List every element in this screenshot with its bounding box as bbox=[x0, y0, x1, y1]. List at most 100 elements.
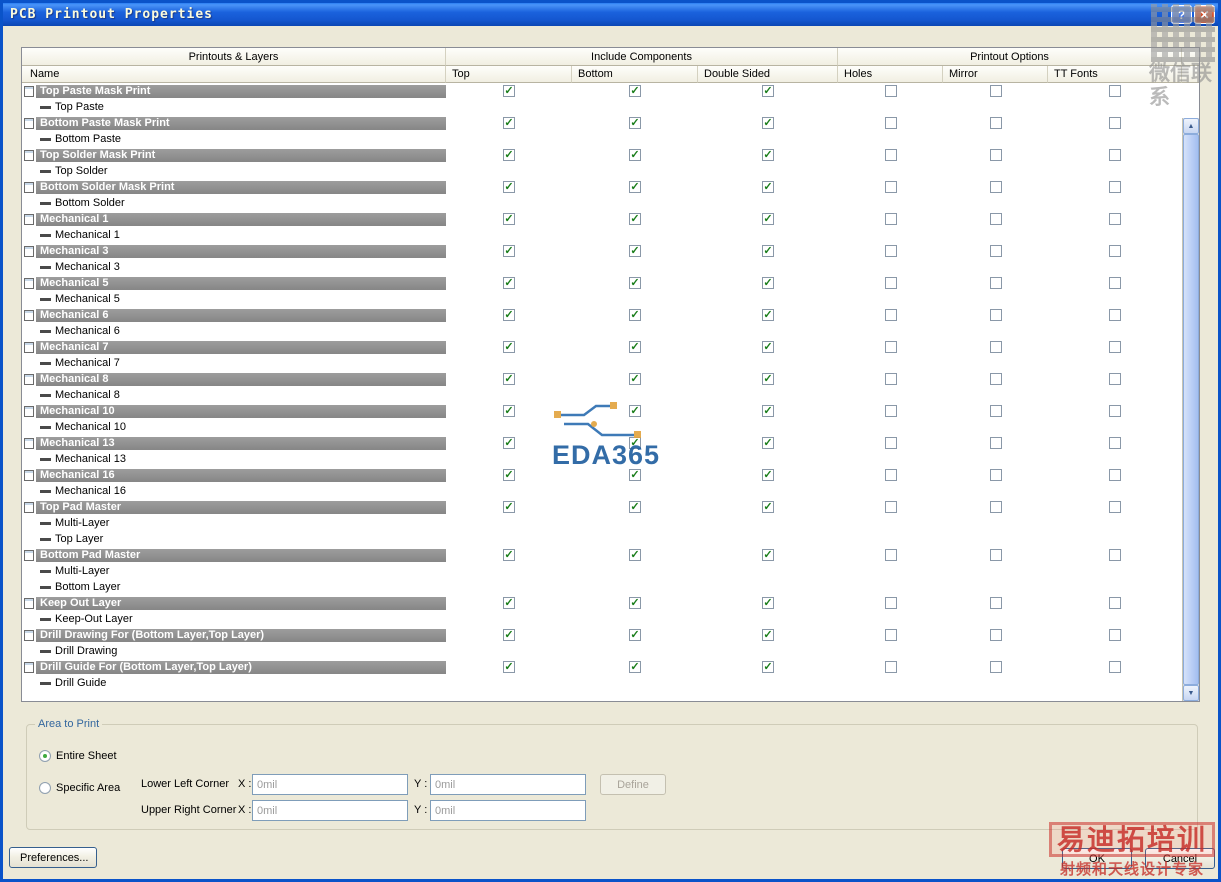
top-checkbox[interactable]: ✓ bbox=[503, 501, 515, 513]
mirror-checkbox[interactable] bbox=[989, 469, 1002, 481]
tt-fonts-checkbox[interactable] bbox=[1109, 309, 1121, 321]
bottom-checkbox[interactable]: ✓ bbox=[629, 245, 641, 257]
printout-name-bar[interactable]: Mechanical 7 bbox=[36, 340, 446, 354]
col-header-double-sided[interactable]: Double Sided bbox=[698, 66, 838, 83]
layer-row[interactable]: Mechanical 1 bbox=[22, 227, 1182, 243]
tt-fonts-checkbox[interactable] bbox=[1109, 661, 1121, 673]
layer-row[interactable]: Bottom Paste bbox=[22, 131, 1182, 147]
holes-checkbox[interactable] bbox=[884, 85, 897, 97]
layer-row[interactable]: Bottom Solder bbox=[22, 195, 1182, 211]
layer-row[interactable]: Mechanical 10 bbox=[22, 419, 1182, 435]
top-checkbox[interactable]: ✓ bbox=[503, 405, 515, 417]
top-checkbox[interactable]: ✓ bbox=[503, 181, 515, 193]
bottom-checkbox[interactable]: ✓ bbox=[629, 373, 641, 385]
vertical-scrollbar[interactable]: ▲ ▼ bbox=[1182, 118, 1199, 701]
double-sided-checkbox[interactable]: ✓ bbox=[762, 117, 774, 129]
bottom-checkbox[interactable]: ✓ bbox=[629, 501, 641, 513]
double-sided-checkbox[interactable]: ✓ bbox=[762, 309, 774, 321]
holes-checkbox[interactable] bbox=[884, 549, 897, 561]
double-sided-checkbox[interactable]: ✓ bbox=[762, 341, 774, 353]
col-header-top[interactable]: Top bbox=[446, 66, 572, 83]
mirror-checkbox[interactable] bbox=[989, 149, 1002, 161]
double-sided-checkbox[interactable]: ✓ bbox=[762, 629, 774, 641]
holes-checkbox[interactable] bbox=[884, 501, 897, 513]
top-checkbox[interactable]: ✓ bbox=[503, 437, 515, 449]
layer-row[interactable]: Mechanical 3 bbox=[22, 259, 1182, 275]
bottom-checkbox[interactable]: ✓ bbox=[629, 181, 641, 193]
mirror-checkbox[interactable] bbox=[989, 309, 1002, 321]
layer-row[interactable]: Drill Drawing bbox=[22, 643, 1182, 659]
double-sided-checkbox[interactable]: ✓ bbox=[762, 213, 774, 225]
double-sided-checkbox[interactable]: ✓ bbox=[762, 405, 774, 417]
tt-fonts-checkbox[interactable] bbox=[1109, 405, 1121, 417]
double-sided-checkbox[interactable]: ✓ bbox=[762, 469, 774, 481]
col-header-tt-fonts[interactable]: TT Fonts bbox=[1048, 66, 1182, 83]
layer-row[interactable]: Keep-Out Layer bbox=[22, 611, 1182, 627]
col-header-name[interactable]: Name bbox=[22, 66, 446, 83]
entire-sheet-radio[interactable] bbox=[39, 750, 51, 762]
upper-right-x-input[interactable] bbox=[252, 800, 408, 821]
holes-checkbox[interactable] bbox=[884, 469, 897, 481]
tt-fonts-checkbox[interactable] bbox=[1109, 117, 1121, 129]
holes-checkbox[interactable] bbox=[884, 277, 897, 289]
holes-checkbox[interactable] bbox=[884, 245, 897, 257]
layer-row[interactable]: Mechanical 8 bbox=[22, 387, 1182, 403]
double-sided-checkbox[interactable]: ✓ bbox=[762, 149, 774, 161]
printout-name-bar[interactable]: Keep Out Layer bbox=[36, 596, 446, 610]
mirror-checkbox[interactable] bbox=[989, 661, 1002, 673]
tt-fonts-checkbox[interactable] bbox=[1109, 597, 1121, 609]
top-checkbox[interactable]: ✓ bbox=[503, 309, 515, 321]
bottom-checkbox[interactable]: ✓ bbox=[629, 469, 641, 481]
bottom-checkbox[interactable]: ✓ bbox=[629, 277, 641, 289]
holes-checkbox[interactable] bbox=[884, 405, 897, 417]
bottom-checkbox[interactable]: ✓ bbox=[629, 309, 641, 321]
top-checkbox[interactable]: ✓ bbox=[503, 277, 515, 289]
holes-checkbox[interactable] bbox=[884, 309, 897, 321]
col-header-holes[interactable]: Holes bbox=[838, 66, 943, 83]
col-header-bottom[interactable]: Bottom bbox=[572, 66, 698, 83]
tt-fonts-checkbox[interactable] bbox=[1109, 549, 1121, 561]
printout-name-bar[interactable]: Mechanical 1 bbox=[36, 212, 446, 226]
tt-fonts-checkbox[interactable] bbox=[1109, 469, 1121, 481]
printout-name-bar[interactable]: Mechanical 10 bbox=[36, 404, 446, 418]
tt-fonts-checkbox[interactable] bbox=[1109, 373, 1121, 385]
title-bar[interactable]: PCB Printout Properties ? ✕ bbox=[3, 3, 1218, 26]
layer-row[interactable]: Multi-Layer bbox=[22, 563, 1182, 579]
mirror-checkbox[interactable] bbox=[989, 597, 1002, 609]
top-checkbox[interactable]: ✓ bbox=[503, 469, 515, 481]
specific-area-radio[interactable] bbox=[39, 782, 51, 794]
lower-left-y-input[interactable] bbox=[430, 774, 586, 795]
printout-name-bar[interactable]: Drill Drawing For (Bottom Layer,Top Laye… bbox=[36, 628, 446, 642]
mirror-checkbox[interactable] bbox=[989, 629, 1002, 641]
bottom-checkbox[interactable]: ✓ bbox=[629, 405, 641, 417]
close-button[interactable]: ✕ bbox=[1194, 5, 1215, 24]
double-sided-checkbox[interactable]: ✓ bbox=[762, 245, 774, 257]
holes-checkbox[interactable] bbox=[884, 341, 897, 353]
preferences-button[interactable]: Preferences... bbox=[9, 847, 97, 868]
mirror-checkbox[interactable] bbox=[989, 181, 1002, 193]
printout-name-bar[interactable]: Top Paste Mask Print bbox=[36, 84, 446, 98]
scrollbar-thumb[interactable] bbox=[1183, 134, 1199, 685]
mirror-checkbox[interactable] bbox=[989, 437, 1002, 449]
top-checkbox[interactable]: ✓ bbox=[503, 149, 515, 161]
holes-checkbox[interactable] bbox=[884, 629, 897, 641]
layer-row[interactable]: Mechanical 6 bbox=[22, 323, 1182, 339]
holes-checkbox[interactable] bbox=[884, 373, 897, 385]
top-checkbox[interactable]: ✓ bbox=[503, 661, 515, 673]
layer-row[interactable]: Top Layer bbox=[22, 531, 1182, 547]
tt-fonts-checkbox[interactable] bbox=[1109, 245, 1121, 257]
mirror-checkbox[interactable] bbox=[989, 245, 1002, 257]
holes-checkbox[interactable] bbox=[884, 661, 897, 673]
tt-fonts-checkbox[interactable] bbox=[1109, 341, 1121, 353]
layer-row[interactable]: Top Paste bbox=[22, 99, 1182, 115]
holes-checkbox[interactable] bbox=[884, 437, 897, 449]
bottom-checkbox[interactable]: ✓ bbox=[629, 549, 641, 561]
upper-right-y-input[interactable] bbox=[430, 800, 586, 821]
printout-name-bar[interactable]: Top Pad Master bbox=[36, 500, 446, 514]
tt-fonts-checkbox[interactable] bbox=[1109, 501, 1121, 513]
holes-checkbox[interactable] bbox=[884, 117, 897, 129]
printout-name-bar[interactable]: Mechanical 13 bbox=[36, 436, 446, 450]
printout-name-bar[interactable]: Mechanical 6 bbox=[36, 308, 446, 322]
holes-checkbox[interactable] bbox=[884, 597, 897, 609]
mirror-checkbox[interactable] bbox=[989, 501, 1002, 513]
